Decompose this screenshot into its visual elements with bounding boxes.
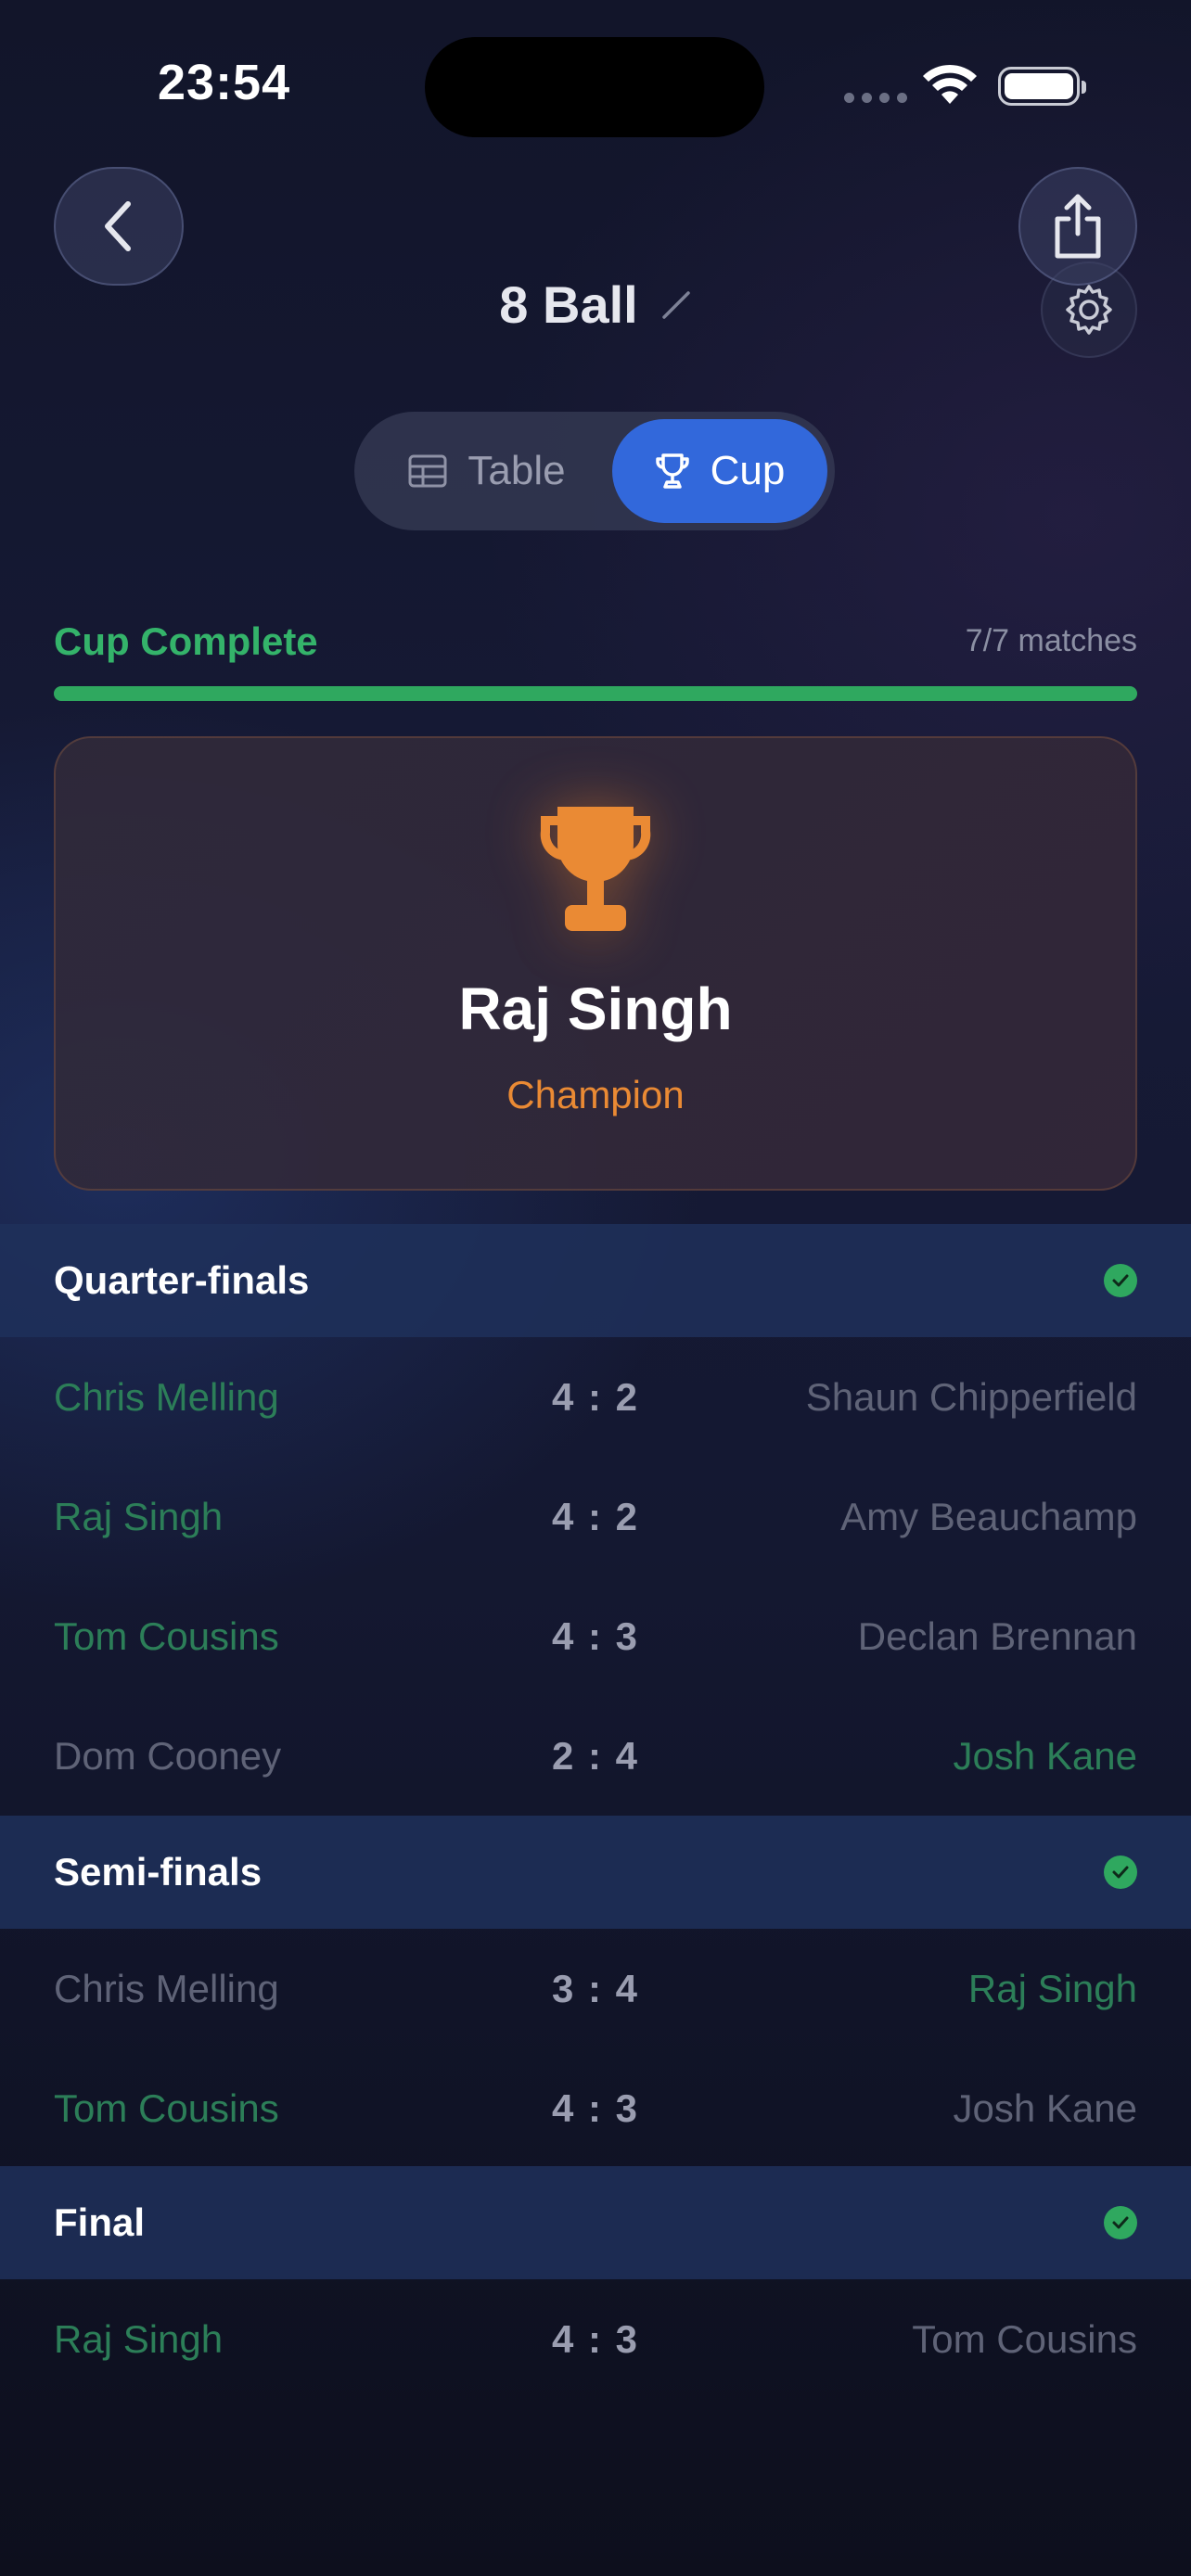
view-segmented-control: Table Cup: [354, 412, 835, 530]
champion-card: Raj Singh Champion: [54, 736, 1137, 1191]
share-button[interactable]: [1018, 167, 1137, 286]
match-score: 4 : 2: [551, 1374, 640, 1419]
player-1: Dom Cooney: [54, 1733, 282, 1778]
player-1: Tom Cousins: [54, 2085, 279, 2130]
table-icon: [408, 454, 447, 488]
player-1: Chris Melling: [54, 1374, 279, 1419]
player-2: Tom Cousins: [912, 2316, 1137, 2361]
player-1: Tom Cousins: [54, 1613, 279, 1658]
player-1: Chris Melling: [54, 1966, 279, 2010]
match-row[interactable]: Dom Cooney 2 : 4 Josh Kane: [0, 1696, 1191, 1816]
share-icon: [1055, 194, 1101, 259]
check-circle-icon: [1104, 1264, 1137, 1297]
player-1: Raj Singh: [54, 1494, 224, 1538]
trophy-outline-icon: [655, 453, 689, 489]
round-title: Semi-finals: [54, 1850, 263, 1894]
pencil-icon[interactable]: [660, 289, 692, 321]
title-row: 8 Ball: [0, 274, 1191, 335]
tab-table[interactable]: Table: [362, 419, 612, 523]
match-score: 4 : 3: [551, 1613, 640, 1658]
match-row[interactable]: Tom Cousins 4 : 3 Declan Brennan: [0, 1576, 1191, 1696]
check-circle-icon: [1104, 2206, 1137, 2239]
match-score: 4 : 3: [551, 2316, 640, 2361]
progress-bar: [54, 686, 1137, 701]
player-2: Josh Kane: [953, 1733, 1137, 1778]
check-circle-icon: [1104, 1855, 1137, 1889]
match-score: 2 : 4: [551, 1733, 640, 1778]
match-score: 3 : 4: [551, 1966, 640, 2010]
player-2: Raj Singh: [967, 1966, 1137, 2010]
match-row[interactable]: Chris Melling 4 : 2 Shaun Chipperfield: [0, 1337, 1191, 1457]
champion-name: Raj Singh: [458, 976, 733, 1042]
match-row[interactable]: Raj Singh 4 : 3 Tom Cousins: [0, 2279, 1191, 2399]
match-score: 4 : 2: [551, 1494, 640, 1538]
match-row[interactable]: Raj Singh 4 : 2 Amy Beauchamp: [0, 1457, 1191, 1576]
status-time: 23:54: [158, 55, 291, 110]
match-count: 7/7 matches: [965, 623, 1137, 658]
player-2: Josh Kane: [953, 2085, 1137, 2130]
back-button[interactable]: [54, 167, 184, 286]
match-score: 4 : 3: [551, 2085, 640, 2130]
round-title: Quarter-finals: [54, 1258, 310, 1302]
round-title: Final: [54, 2200, 146, 2244]
champion-label: Champion: [506, 1073, 685, 1116]
player-1: Raj Singh: [54, 2316, 224, 2361]
tab-cup-label: Cup: [710, 448, 786, 493]
progress-bar-fill: [54, 686, 1137, 701]
match-row[interactable]: Tom Cousins 4 : 3 Josh Kane: [0, 2048, 1191, 2168]
dynamic-island: [425, 37, 764, 137]
round-header-final[interactable]: Final: [0, 2166, 1191, 2279]
cup-status-label: Cup Complete: [54, 619, 318, 663]
player-2: Amy Beauchamp: [840, 1494, 1137, 1538]
tab-table-label: Table: [467, 448, 566, 493]
page-title[interactable]: 8 Ball: [499, 274, 637, 335]
tab-cup[interactable]: Cup: [612, 419, 827, 523]
trophy-icon: [540, 807, 651, 931]
battery-icon: [998, 67, 1086, 106]
cellular-signal-icon: [844, 93, 907, 103]
player-2: Declan Brennan: [857, 1613, 1137, 1658]
round-header-quarter-finals[interactable]: Quarter-finals: [0, 1224, 1191, 1337]
chevron-left-icon: [105, 201, 131, 251]
match-row[interactable]: Chris Melling 3 : 4 Raj Singh: [0, 1929, 1191, 2048]
wifi-icon: [923, 64, 977, 104]
round-header-semi-finals[interactable]: Semi-finals: [0, 1816, 1191, 1929]
player-2: Shaun Chipperfield: [805, 1374, 1137, 1419]
